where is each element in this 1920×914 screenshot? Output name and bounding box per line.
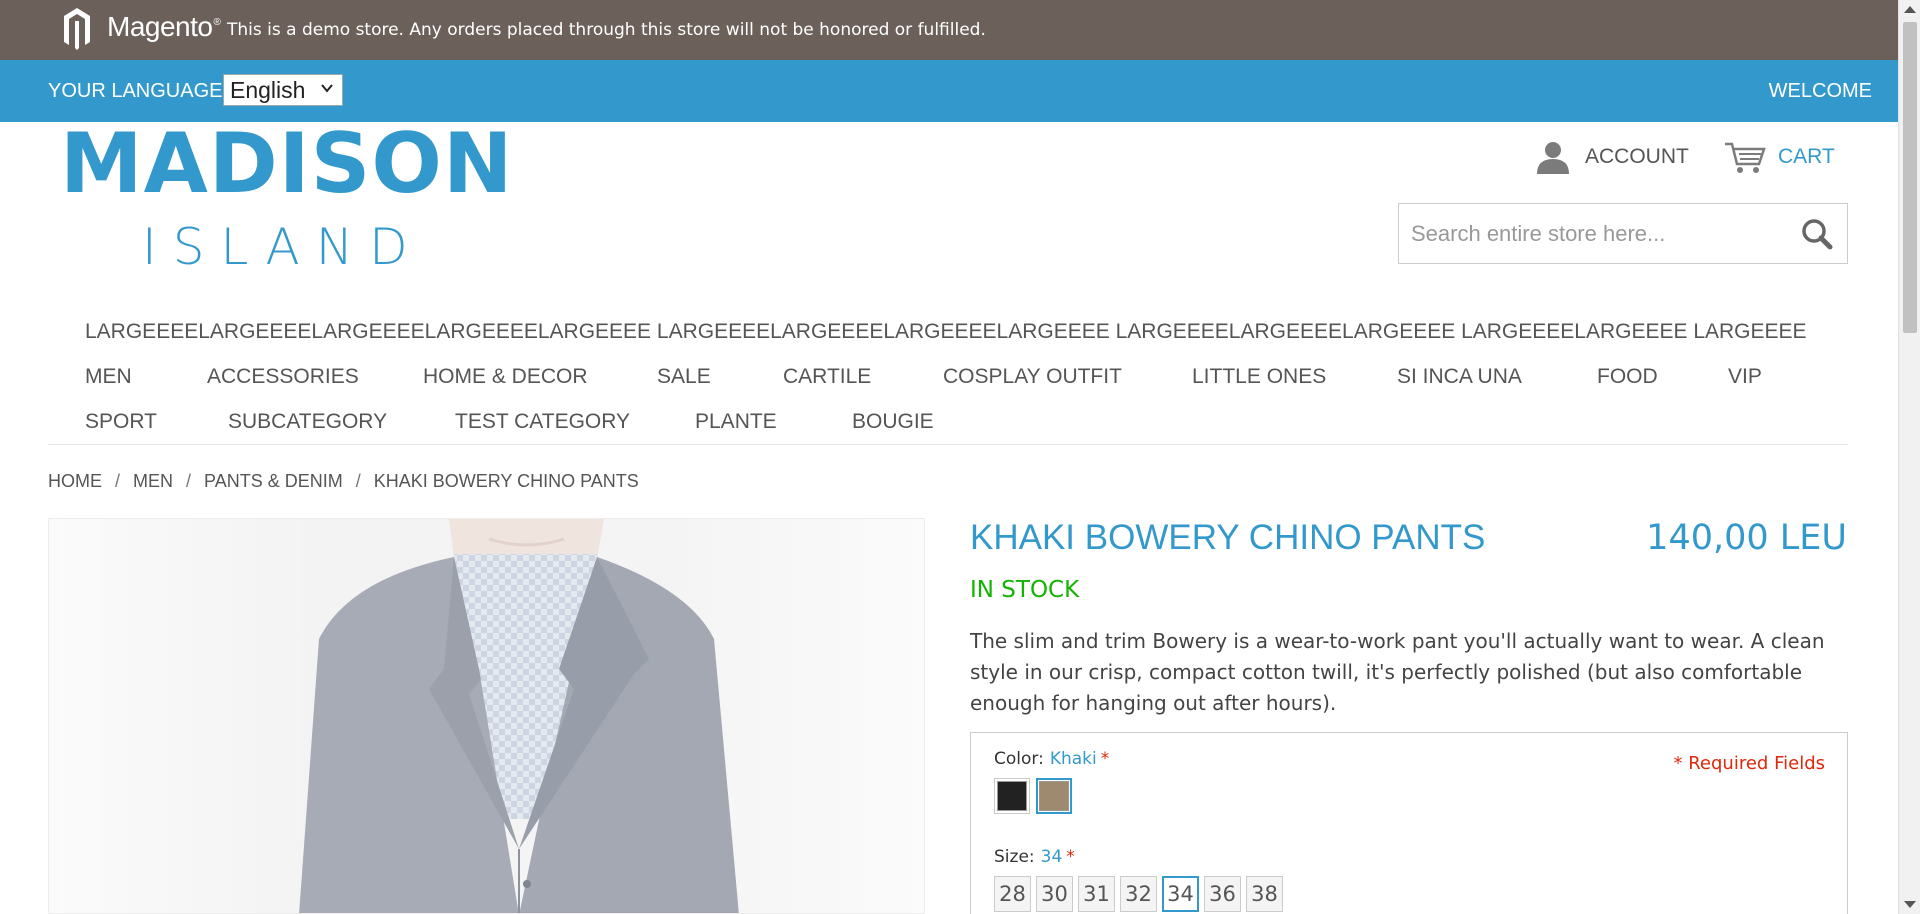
nav-item-largeeee[interactable]: LARGEEEELARGEEEELARGEEEELARGEEEELARGEEEE…	[85, 320, 1807, 344]
size-selected: 34	[1040, 847, 1063, 867]
nav-item-cartile[interactable]: CARTILE	[783, 365, 871, 389]
user-icon	[1537, 142, 1569, 174]
size-options: 28 30 31 32 34 36 38	[994, 876, 1288, 912]
nav-item-sport[interactable]: SPORT	[85, 410, 157, 434]
language-select-value: English	[230, 77, 306, 103]
swatch-fill	[997, 781, 1027, 811]
search-input[interactable]	[1411, 221, 1791, 247]
account-label: ACCOUNT	[1585, 145, 1689, 168]
size-option-34[interactable]: 34	[1162, 876, 1199, 912]
required-fields-note: * Required Fields	[1673, 753, 1825, 774]
demo-notice-text: This is a demo store. Any orders placed …	[227, 20, 986, 40]
nav-item-cosplay-outfit[interactable]: COSPLAY OUTFIT	[943, 365, 1122, 389]
nav-item-accessories[interactable]: ACCESSORIES	[207, 365, 359, 389]
language-label: YOUR LANGUAGE:	[48, 80, 229, 102]
color-option-label: Color: Khaki *	[994, 749, 1109, 769]
size-option-label: Size: 34 *	[994, 847, 1075, 867]
breadcrumb-home[interactable]: HOME	[48, 471, 102, 492]
cart-label: CART	[1778, 145, 1835, 168]
language-bar: YOUR LANGUAGE: English WELCOME	[0, 60, 1898, 122]
nav-item-si-inca-una[interactable]: SI INCA UNA	[1397, 365, 1522, 389]
breadcrumb-separator: /	[355, 471, 361, 491]
size-option-38[interactable]: 38	[1246, 876, 1283, 912]
product-image[interactable]	[48, 518, 925, 914]
nav-item-little-ones[interactable]: LITTLE ONES	[1192, 365, 1326, 389]
size-option-36[interactable]: 36	[1204, 876, 1241, 912]
cart-icon	[1725, 142, 1766, 173]
nav-item-vip[interactable]: VIP	[1728, 365, 1762, 389]
stock-status: IN STOCK	[970, 577, 1080, 603]
size-option-31[interactable]: 31	[1078, 876, 1115, 912]
account-link[interactable]: ACCOUNT	[1535, 140, 1689, 174]
welcome-message: WELCOME	[1768, 80, 1872, 102]
breadcrumb-men[interactable]: MEN	[133, 471, 173, 492]
swatch-fill	[1039, 781, 1069, 811]
color-label: Color:	[994, 749, 1044, 769]
nav-item-men[interactable]: MEN	[85, 365, 132, 389]
nav-item-home-decor[interactable]: HOME & DECOR	[423, 365, 588, 389]
cart-link[interactable]: CART	[1724, 140, 1835, 174]
color-swatch-khaki[interactable]	[1036, 778, 1072, 814]
nav-item-test-category[interactable]: TEST CATEGORY	[455, 410, 630, 434]
breadcrumb-separator: /	[186, 471, 192, 491]
product-photo	[49, 519, 924, 913]
chevron-down-icon	[321, 84, 333, 93]
magento-brand: Magento®	[107, 11, 221, 42]
size-option-30[interactable]: 30	[1036, 876, 1073, 912]
scroll-down-arrow-icon[interactable]	[1904, 901, 1916, 908]
language-select[interactable]: English	[223, 74, 343, 106]
required-mark: *	[1100, 749, 1110, 769]
nav-item-bougie[interactable]: BOUGIE	[852, 410, 934, 434]
size-option-32[interactable]: 32	[1120, 876, 1157, 912]
demo-notice-bar: Magento® This is a demo store. Any order…	[0, 0, 1898, 60]
magento-logo-icon	[64, 8, 90, 50]
main-navigation: LARGEEEELARGEEEELARGEEEELARGEEEELARGEEEE…	[48, 310, 1848, 445]
scroll-up-arrow-icon[interactable]	[1904, 6, 1916, 13]
breadcrumb: HOME / MEN / PANTS & DENIM / KHAKI BOWER…	[48, 471, 639, 492]
product-price: 140,00 LEU	[1646, 518, 1847, 558]
breadcrumb-pants-denim[interactable]: PANTS & DENIM	[204, 471, 343, 492]
store-logo[interactable]: MADISON	[60, 122, 513, 205]
product-options: * Required Fields Color: Khaki * Size: 34 * …	[970, 732, 1848, 914]
nav-item-food[interactable]: FOOD	[1597, 365, 1658, 389]
required-mark: *	[1066, 847, 1075, 867]
scrollbar-thumb[interactable]	[1903, 22, 1917, 333]
product-title: KHAKI BOWERY CHINO PANTS	[970, 518, 1486, 557]
page-scrollbar[interactable]	[1898, 0, 1920, 914]
color-swatch-charcoal[interactable]	[994, 778, 1030, 814]
search-icon[interactable]	[1801, 218, 1833, 250]
nav-item-sale[interactable]: SALE	[657, 365, 711, 389]
nav-item-plante[interactable]: PLANTE	[695, 410, 777, 434]
product-description: The slim and trim Bowery is a wear-to-wo…	[970, 629, 1825, 715]
breadcrumb-current: KHAKI BOWERY CHINO PANTS	[373, 471, 639, 491]
search-form	[1398, 203, 1848, 264]
nav-item-subcategory[interactable]: SUBCATEGORY	[228, 410, 387, 434]
breadcrumb-separator: /	[115, 471, 121, 491]
size-option-28[interactable]: 28	[994, 876, 1031, 912]
size-label: Size:	[994, 847, 1035, 867]
color-selected: Khaki	[1049, 749, 1097, 769]
store-logo-sub[interactable]: ISLAND	[142, 222, 424, 272]
